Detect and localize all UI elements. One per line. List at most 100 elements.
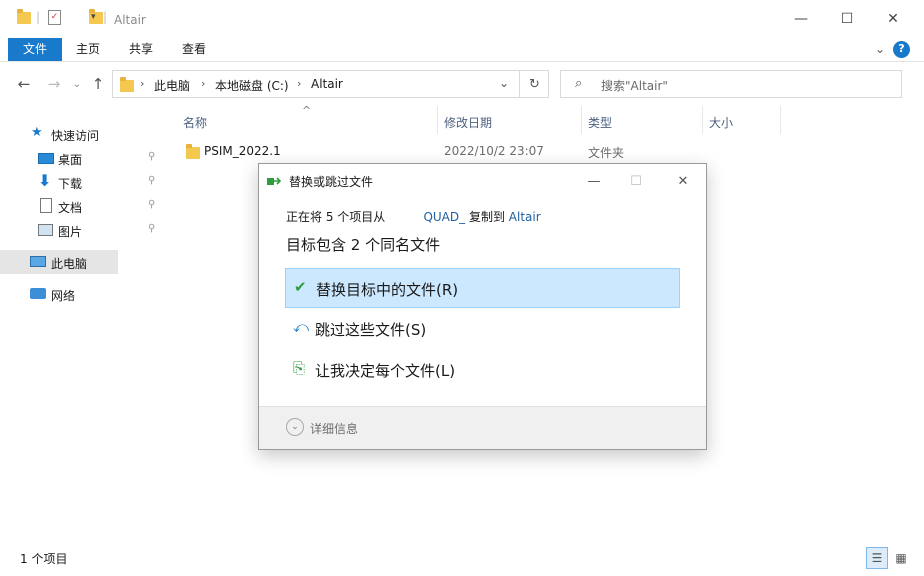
up-button[interactable]: ↑ [88, 74, 108, 94]
status-bar: 1 个项目 ☰ ▦ [0, 542, 924, 576]
copy-summary: 正在将 5 个项目从 QUAD_ 复制到 Altair [286, 208, 541, 225]
dialog-minimize-button[interactable]: — [575, 168, 613, 194]
pin-icon: ⚲ [148, 175, 156, 186]
window-title: Altair [114, 13, 146, 27]
replace-or-skip-dialog: 替换或跳过文件 — ☐ ✕ 正在将 5 个项目从 QUAD_ 复制到 Altai… [258, 163, 707, 450]
sort-arrow-icon: ^ [302, 104, 312, 117]
skip-files-option[interactable]: ⤺ 跳过这些文件(S) [285, 309, 680, 349]
computer-icon [30, 256, 46, 267]
dialog-footer: ⌄ 详细信息 [259, 407, 706, 449]
navigation-pane: ★ 快速访问 桌面 ⚲ ⬇ 下载 ⚲ 文档 ⚲ 图片 ⚲ 此电脑 网络 [0, 106, 164, 542]
item-count: 1 个项目 [20, 552, 68, 566]
pin-icon: ⚲ [148, 199, 156, 210]
sidebar-item-label: 文档 [58, 201, 83, 215]
column-header-date[interactable]: 修改日期 [444, 114, 492, 131]
decide-each-file-option[interactable]: ⎘ 让我决定每个文件(L) [285, 350, 680, 390]
minimize-button[interactable]: — [778, 0, 824, 38]
sidebar-item-network[interactable]: 网络 [0, 282, 164, 306]
navigation-bar: ← → ⌄ ↑ › 此电脑 › 本地磁盘 (C:) › Altair ⌄ ↻ ⌕… [0, 62, 924, 106]
recent-locations-icon[interactable]: ⌄ [67, 74, 87, 94]
copy-source-link[interactable]: QUAD_ [423, 210, 465, 224]
file-type: 文件夹 [588, 146, 625, 160]
star-icon: ★ [31, 125, 43, 140]
copy-summary-middle: 复制到 [468, 210, 505, 224]
column-header-type[interactable]: 类型 [588, 114, 612, 131]
breadcrumb-this-pc[interactable]: 此电脑 [154, 77, 190, 94]
sidebar-item-label: 此电脑 [51, 257, 88, 271]
sidebar-item-quick-access[interactable]: ★ 快速访问 [0, 122, 164, 146]
help-icon[interactable]: ? [893, 41, 910, 58]
pin-icon: ⚲ [148, 151, 156, 162]
sidebar-item-label: 桌面 [58, 153, 83, 167]
breadcrumb-local-disk[interactable]: 本地磁盘 (C:) [215, 77, 289, 94]
column-separator[interactable] [702, 106, 703, 134]
sidebar-item-desktop[interactable]: 桌面 ⚲ [0, 146, 164, 170]
download-icon: ⬇ [38, 171, 52, 190]
file-date: 2022/10/2 23:07 [444, 144, 544, 158]
search-input[interactable]: ⌕ 搜索"Altair" [560, 70, 902, 98]
quick-access-dropdown-icon[interactable]: ▾ [91, 12, 96, 22]
column-separator[interactable] [780, 106, 781, 134]
search-icon: ⌕ [575, 76, 583, 91]
breadcrumb-separator: › [140, 77, 145, 90]
tab-view[interactable]: 查看 [172, 38, 216, 61]
tab-home[interactable]: 主页 [66, 38, 110, 61]
more-details-label[interactable]: 详细信息 [310, 420, 358, 437]
desktop-icon [38, 153, 54, 164]
breadcrumb-altair[interactable]: Altair [311, 77, 343, 91]
folder-icon [120, 77, 134, 92]
close-button[interactable]: ✕ [870, 0, 916, 38]
column-header-size[interactable]: 大小 [709, 114, 733, 131]
sidebar-item-downloads[interactable]: ⬇ 下载 ⚲ [0, 170, 164, 194]
folder-icon [17, 9, 31, 24]
address-dropdown-icon[interactable]: ⌄ [499, 76, 509, 90]
file-name: PSIM_2022.1 [204, 144, 281, 158]
conflict-message: 目标包含 2 个同名文件 [286, 236, 441, 254]
option-label: 替换目标中的文件(R) [316, 281, 459, 299]
network-icon [30, 288, 46, 299]
column-header-name[interactable]: 名称 [183, 114, 207, 131]
address-bar[interactable]: › 此电脑 › 本地磁盘 (C:) › Altair ⌄ [112, 70, 549, 98]
tab-share[interactable]: 共享 [119, 38, 163, 61]
column-separator[interactable] [581, 106, 582, 134]
copy-destination-link[interactable]: Altair [509, 210, 541, 224]
sidebar-item-pictures[interactable]: 图片 ⚲ [0, 218, 164, 242]
sidebar-item-label: 快速访问 [51, 129, 100, 143]
compare-files-icon: ⎘ [293, 359, 306, 377]
expand-details-icon[interactable]: ⌄ [286, 418, 304, 436]
separator: | [103, 10, 108, 24]
title-bar: | ✓ ▾ | Altair — ☐ ✕ [0, 0, 924, 38]
ribbon-expand-icon[interactable]: ⌄ [870, 38, 890, 61]
option-label: 跳过这些文件(S) [315, 321, 427, 339]
dialog-maximize-button[interactable]: ☐ [617, 168, 655, 194]
pictures-icon [38, 224, 53, 236]
large-icons-view-icon[interactable]: ▦ [890, 547, 912, 569]
sidebar-item-label: 网络 [51, 289, 76, 303]
tab-file[interactable]: 文件 [8, 38, 62, 61]
separator: | [36, 10, 41, 24]
refresh-button[interactable]: ↻ [519, 70, 549, 98]
sidebar-item-label: 下载 [58, 177, 83, 191]
option-label: 让我决定每个文件(L) [315, 362, 456, 380]
maximize-button[interactable]: ☐ [824, 0, 870, 38]
sidebar-item-documents[interactable]: 文档 ⚲ [0, 194, 164, 218]
sidebar-item-this-pc[interactable]: 此电脑 [0, 250, 118, 274]
properties-icon[interactable]: ✓ [48, 10, 61, 25]
column-separator[interactable] [437, 106, 438, 134]
breadcrumb-separator: › [297, 77, 302, 90]
forward-button[interactable]: → [44, 74, 64, 94]
dialog-title: 替换或跳过文件 [289, 175, 374, 189]
skip-arrow-icon: ⤺ [293, 318, 310, 336]
breadcrumb-separator: › [201, 77, 206, 90]
checkmark-icon: ✔ [294, 278, 307, 296]
replace-files-option[interactable]: ✔ 替换目标中的文件(R) [285, 268, 680, 308]
document-icon [40, 198, 52, 213]
back-button[interactable]: ← [14, 74, 34, 94]
copy-files-icon [267, 175, 282, 187]
dialog-close-button[interactable]: ✕ [664, 168, 702, 194]
redacted-source [389, 210, 420, 224]
search-placeholder: 搜索"Altair" [601, 79, 668, 93]
details-view-icon[interactable]: ☰ [866, 547, 888, 569]
ribbon-tabs: 文件 主页 共享 查看 ⌄ ? [0, 38, 924, 62]
pin-icon: ⚲ [148, 223, 156, 234]
